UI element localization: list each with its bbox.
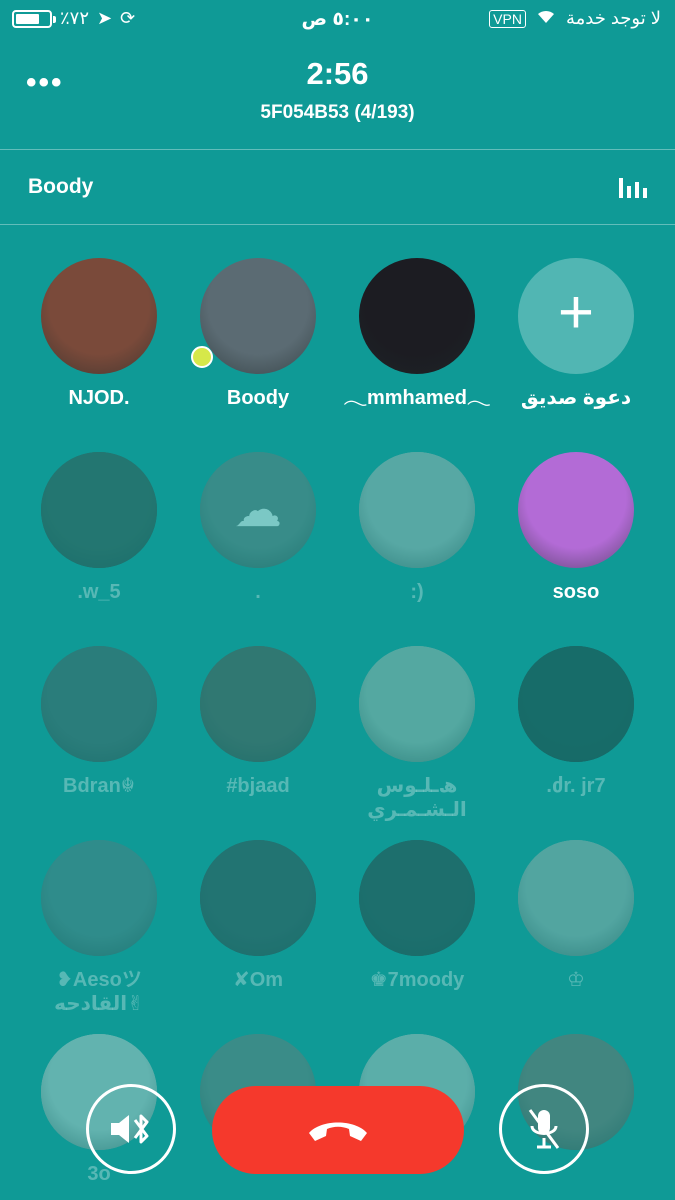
avatar — [518, 840, 634, 956]
participant[interactable]: .w_5 — [20, 452, 178, 604]
audio-level-icon[interactable] — [619, 176, 649, 198]
call-timer: 2:56 — [306, 56, 369, 91]
participant[interactable]: Bdran☬ — [20, 646, 178, 798]
participant-name: NJOD. — [68, 387, 130, 409]
carrier-label: لا توجد خدمة — [565, 8, 661, 28]
participant-name: ♚7moody — [369, 969, 465, 991]
participant-name: ✘Om — [232, 969, 284, 991]
participant[interactable]: ﮪـلـوس الـشـمـري — [338, 646, 496, 822]
participant[interactable]: soso — [497, 452, 655, 604]
call-header: ••• 2:56 5F054B53 (4/193) — [0, 48, 675, 148]
current-speaker-bar: Boody — [0, 150, 675, 224]
participant-name: ﮪـلـوس الـشـمـري — [367, 775, 467, 821]
participant[interactable]: ☁. — [179, 452, 337, 604]
participant-name: . — [255, 581, 261, 603]
participant-name: .ძr. jr7 — [546, 775, 606, 797]
plus-icon: + — [557, 278, 595, 347]
avatar: ☁ — [200, 452, 316, 568]
status-bar: ٪٧٢ ➤ ⟳ ٥:٠٠ ص VPN لا توجد خدمة — [0, 0, 675, 38]
avatar — [359, 452, 475, 568]
participant-name: ♔ — [567, 969, 585, 991]
avatar — [200, 258, 316, 374]
participant-name: ❥Aesoツ القادحه✌ — [54, 969, 144, 1015]
participant[interactable]: Boody — [179, 258, 337, 410]
active-badge — [191, 346, 213, 368]
participant-name: #bjaad — [226, 775, 290, 797]
avatar — [200, 646, 316, 762]
invite-avatar: + — [518, 258, 634, 374]
invite-friend-button[interactable]: + دعوة صديق — [497, 258, 655, 410]
avatar — [41, 452, 157, 568]
wifi-icon — [536, 8, 556, 29]
participant[interactable]: 𓂃mmhamed𓂃 — [338, 258, 496, 410]
participant-name: Bdran☬ — [63, 775, 135, 797]
avatar — [518, 646, 634, 762]
room-id: 5F054B53 (4/193) — [260, 102, 415, 123]
mute-button[interactable] — [499, 1084, 589, 1174]
placeholder-icon: ☁ — [234, 484, 282, 537]
participant-name: .w_5 — [77, 581, 121, 603]
hangup-button[interactable] — [212, 1086, 464, 1174]
participant-name: Boody — [226, 387, 290, 409]
avatar — [41, 840, 157, 956]
avatar — [518, 452, 634, 568]
participant[interactable]: .ძr. jr7 — [497, 646, 655, 798]
participant-name: soso — [552, 581, 600, 603]
phone-hangup-icon — [309, 1122, 367, 1141]
avatar — [41, 258, 157, 374]
mic-muted-icon — [528, 1109, 560, 1149]
participant-name: :) — [410, 581, 424, 603]
speaker-bluetooth-button[interactable] — [86, 1084, 176, 1174]
vpn-badge: VPN — [489, 9, 526, 28]
participant[interactable]: ✘Om — [179, 840, 337, 992]
participant[interactable]: ❥Aesoツ القادحه✌ — [20, 840, 178, 1016]
participant[interactable]: ♚7moody — [338, 840, 496, 992]
participant[interactable]: :) — [338, 452, 496, 604]
participant[interactable]: NJOD. — [20, 258, 178, 410]
divider — [0, 224, 675, 225]
current-speaker-name: Boody — [28, 175, 94, 198]
participant-name: دعوة صديق — [520, 387, 632, 409]
participant[interactable]: #bjaad — [179, 646, 337, 798]
avatar — [200, 840, 316, 956]
avatar — [359, 258, 475, 374]
participant[interactable]: ♔ — [497, 840, 655, 992]
participant-name: 𓂃mmhamed𓂃 — [343, 387, 491, 409]
avatar — [359, 840, 475, 956]
avatar — [41, 646, 157, 762]
call-controls — [0, 1084, 675, 1176]
speaker-bluetooth-icon — [111, 1114, 149, 1144]
avatar — [359, 646, 475, 762]
